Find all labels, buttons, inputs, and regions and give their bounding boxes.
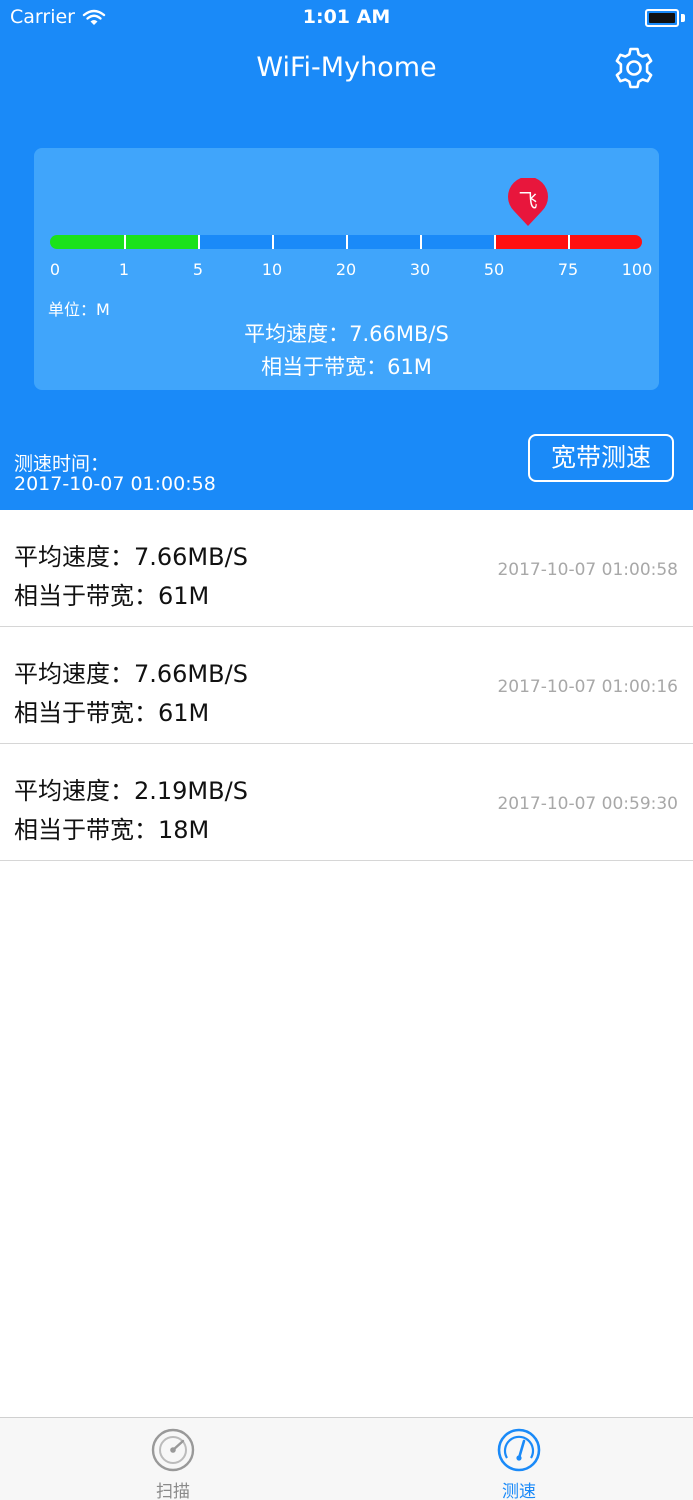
history-list-item[interactable]: 平均速度：7.66MB/S 相当于带宽：61M 2017-10-07 01:00… <box>0 510 693 627</box>
tab-scan-label: 扫描 <box>156 1482 190 1500</box>
record-speed: 平均速度：7.66MB/S <box>14 543 248 571</box>
page-title: WiFi-Myhome <box>256 52 437 83</box>
test-time-label: 测速时间： <box>14 453 110 475</box>
battery-icon <box>645 9 679 27</box>
scale-divider <box>420 235 422 249</box>
record-bandwidth: 相当于带宽：61M <box>14 699 210 727</box>
gear-icon[interactable] <box>611 45 657 91</box>
broadband-speed-test-button[interactable]: 宽带测速 <box>528 434 674 482</box>
scale-tick-label: 50 <box>483 260 505 279</box>
speed-gauge-card: 0 1 5 10 20 30 50 75 100 飞 单位：M 平均速度：7.6… <box>34 148 659 390</box>
scale-divider <box>346 235 348 249</box>
status-time: 1:01 AM <box>302 6 391 28</box>
status-bar: Carrier 1:01 AM <box>0 0 693 40</box>
radar-icon <box>151 1428 195 1472</box>
tab-speed-test[interactable]: 测速 <box>459 1418 579 1500</box>
scale-divider <box>272 235 274 249</box>
scale-divider <box>568 235 570 249</box>
header-panel: Carrier 1:01 AM WiFi-Myhome 0 1 5 10 20 … <box>0 0 693 510</box>
scale-tick-label: 5 <box>192 260 204 279</box>
scale-tick-label: 30 <box>409 260 431 279</box>
battery-tip <box>681 14 685 22</box>
history-list-item[interactable]: 平均速度：7.66MB/S 相当于带宽：61M 2017-10-07 01:00… <box>0 627 693 744</box>
record-bandwidth: 相当于带宽：61M <box>14 582 210 610</box>
history-list-item[interactable]: 平均速度：2.19MB/S 相当于带宽：18M 2017-10-07 00:59… <box>0 744 693 861</box>
tab-speed-test-label: 测速 <box>502 1482 536 1500</box>
scale-divider <box>494 235 496 249</box>
record-time: 2017-10-07 00:59:30 <box>497 794 678 814</box>
tab-scan[interactable]: 扫描 <box>113 1418 233 1500</box>
scale-tick-label: 100 <box>621 260 653 279</box>
test-time-value: 2017-10-07 01:00:58 <box>14 473 216 495</box>
tab-bar: 扫描 测速 <box>0 1417 693 1500</box>
record-bandwidth: 相当于带宽：18M <box>14 816 210 844</box>
unit-label: 单位：M <box>48 300 110 319</box>
speedometer-icon <box>497 1428 541 1472</box>
scale-tick-label: 20 <box>335 260 357 279</box>
speed-marker-label: 飞 <box>518 190 538 212</box>
record-time: 2017-10-07 01:00:58 <box>497 560 678 580</box>
scale-divider <box>198 235 200 249</box>
scale-tick-label: 75 <box>557 260 579 279</box>
average-speed-text: 平均速度：7.66MB/S <box>244 322 449 346</box>
speed-test-screen: Carrier 1:01 AM WiFi-Myhome 0 1 5 10 20 … <box>0 0 693 1500</box>
scale-tick-label: 10 <box>261 260 283 279</box>
speed-scale-bar <box>50 235 642 249</box>
record-speed: 平均速度：2.19MB/S <box>14 777 248 805</box>
speed-marker-pin: 飞 <box>506 176 550 228</box>
scale-divider <box>124 235 126 249</box>
scale-tick-label: 1 <box>118 260 130 279</box>
scale-tick-label: 0 <box>49 260 61 279</box>
equivalent-bandwidth-text: 相当于带宽：61M <box>261 355 432 379</box>
record-time: 2017-10-07 01:00:16 <box>497 677 678 697</box>
record-speed: 平均速度：7.66MB/S <box>14 660 248 688</box>
